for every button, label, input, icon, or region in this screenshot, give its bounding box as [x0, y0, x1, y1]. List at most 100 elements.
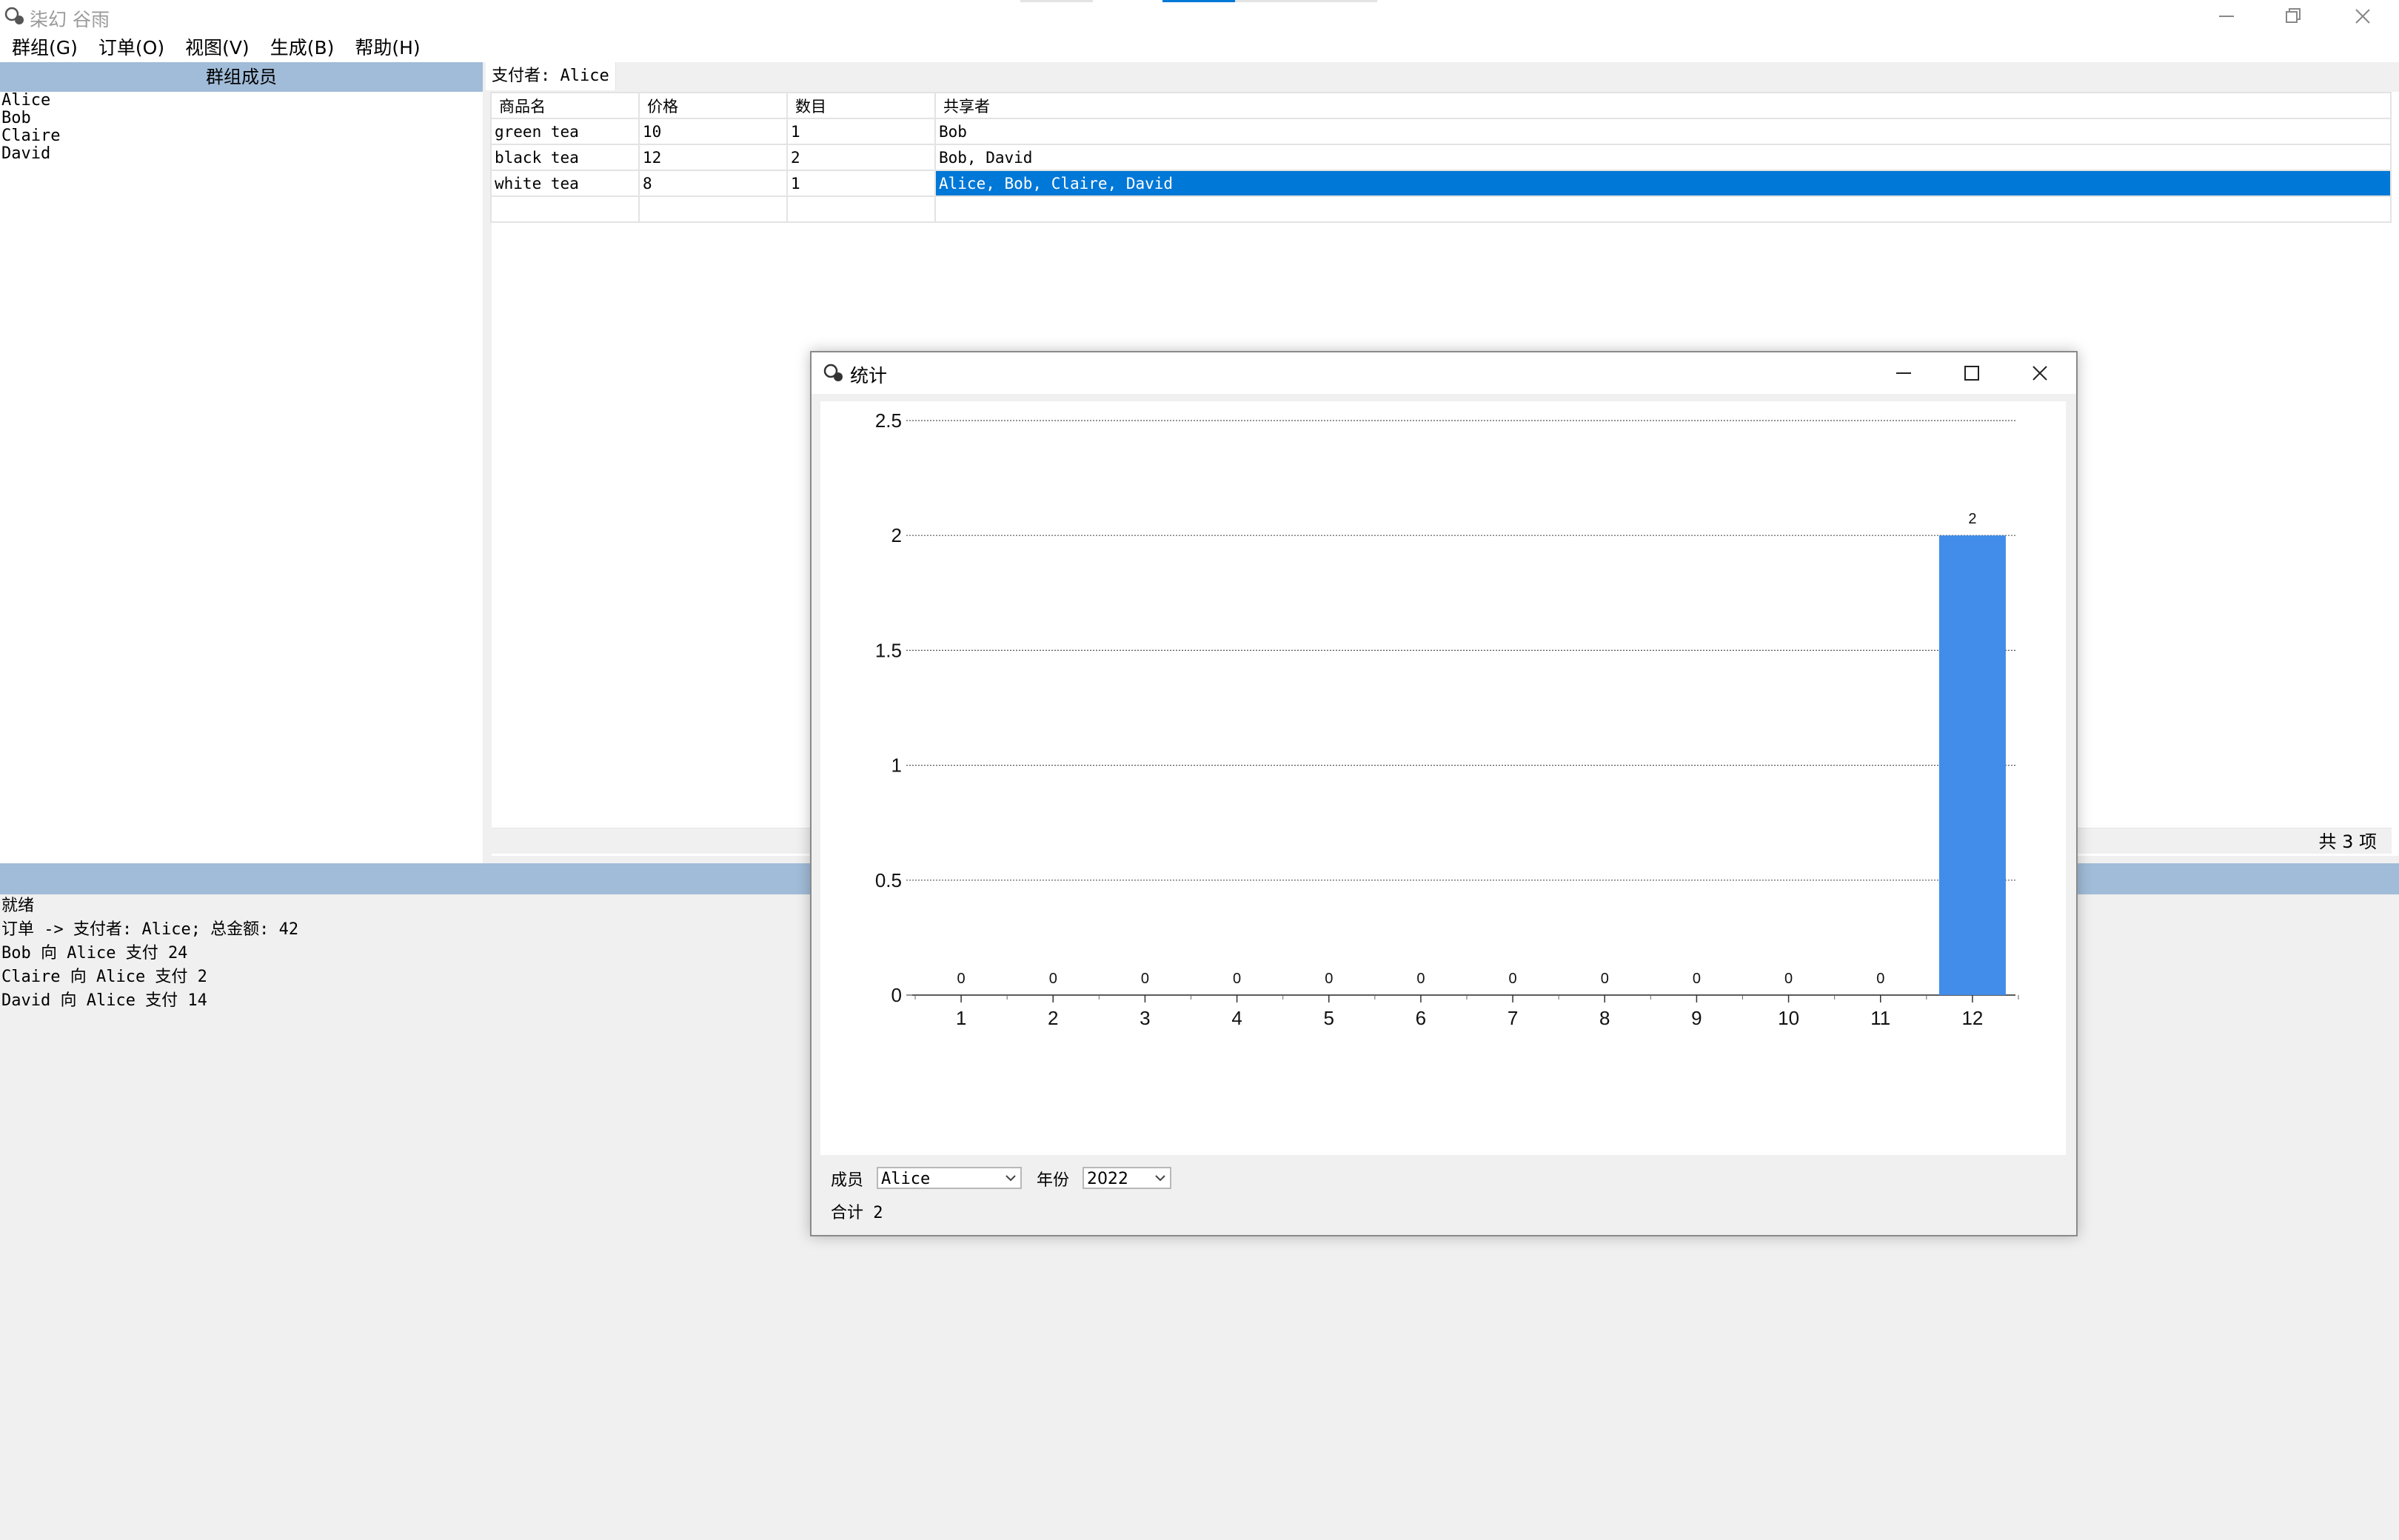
title-bar: 柒幻 谷雨: [0, 0, 2399, 33]
cell-price[interactable]: 8: [638, 170, 788, 197]
cell-name[interactable]: black tea: [490, 144, 640, 171]
app-icon: [823, 364, 843, 381]
cell-count[interactable]: 1: [786, 170, 936, 197]
x-tick-label: 11: [1870, 1007, 1890, 1029]
app-icon: [4, 7, 24, 24]
cell-empty[interactable]: [786, 195, 936, 223]
menu-view[interactable]: 视图(V): [176, 33, 258, 62]
members-list: Alice Bob Claire David: [0, 92, 483, 163]
stats-total: 合计 2: [831, 1204, 883, 1222]
data-label: 0: [957, 971, 966, 987]
members-header: 群组成员: [0, 62, 483, 92]
x-tick-label: 9: [1691, 1007, 1702, 1029]
year-label: 年份: [1037, 1171, 1070, 1190]
x-tick-label: 10: [1778, 1007, 1799, 1029]
title-accent-right: [1235, 0, 1377, 2]
minimize-button[interactable]: [2193, 0, 2260, 33]
cell-sharers[interactable]: Bob: [934, 118, 2392, 145]
log-line: 订单 -> 支付者: Alice; 总金额: 42: [1, 920, 299, 939]
column-header-count[interactable]: 数目: [786, 92, 936, 119]
data-label: 0: [1876, 971, 1884, 987]
chevron-down-icon: [1155, 1175, 1165, 1182]
menu-group[interactable]: 群组(G): [3, 33, 87, 62]
cell-name[interactable]: green tea: [490, 118, 640, 145]
close-icon: [2355, 9, 2370, 24]
cell-sharers[interactable]: Bob, David: [934, 144, 2392, 171]
x-tick-label: 5: [1324, 1007, 1334, 1029]
member-item[interactable]: Bob: [1, 110, 483, 127]
title-accent-active: [1162, 0, 1235, 2]
member-item[interactable]: David: [1, 145, 483, 163]
minimize-icon: [2219, 16, 2234, 17]
data-label: 0: [1233, 971, 1241, 987]
menu-bar: 群组(G) 订单(O) 视图(V) 生成(B) 帮助(H): [0, 33, 2399, 62]
year-select[interactable]: 2022: [1083, 1167, 1171, 1189]
log-line: 就绪: [1, 897, 35, 915]
column-header-sharers[interactable]: 共享者: [934, 92, 2392, 119]
y-tick-label: 1: [891, 754, 902, 777]
data-label: 0: [1509, 971, 1517, 987]
member-item[interactable]: Claire: [1, 127, 483, 145]
chevron-down-icon: [1006, 1175, 1016, 1182]
table-row-new[interactable]: [490, 195, 2392, 223]
close-button[interactable]: [2329, 0, 2396, 33]
y-tick-label: 2.5: [875, 409, 902, 432]
dialog-close-button[interactable]: [2007, 352, 2073, 394]
dialog-minimize-button[interactable]: [1870, 352, 1937, 394]
payer-tab[interactable]: 支付者: Alice: [486, 62, 616, 90]
log-line: Claire 向 Alice 支付 2: [1, 968, 207, 986]
x-tick-label: 3: [1140, 1007, 1150, 1029]
member-label: 成员: [831, 1171, 864, 1190]
data-label: 0: [1784, 971, 1793, 987]
y-tick-label: 1.5: [875, 639, 902, 661]
restore-button[interactable]: [2260, 0, 2326, 33]
y-tick-label: 0.5: [875, 869, 902, 891]
table-row-selected[interactable]: white tea 8 1 Alice, Bob, Claire, David: [490, 170, 2392, 197]
x-tick-label: 8: [1599, 1007, 1610, 1029]
cell-sharers[interactable]: Alice, Bob, Claire, David: [934, 170, 2392, 197]
cell-empty[interactable]: [638, 195, 788, 223]
cell-count[interactable]: 2: [786, 144, 936, 171]
cell-name[interactable]: white tea: [490, 170, 640, 197]
table-row[interactable]: green tea 10 1 Bob: [490, 118, 2392, 145]
member-select-value: Alice: [881, 1170, 931, 1188]
table-header-row: 商品名 价格 数目 共享者: [490, 92, 2392, 119]
order-table: 商品名 价格 数目 共享者 green tea 10 1 Bob black t…: [490, 92, 2392, 223]
minimize-icon: [1896, 372, 1911, 374]
column-header-price[interactable]: 价格: [638, 92, 788, 119]
x-tick-label: 4: [1231, 1007, 1242, 1029]
x-tick-label: 2: [1048, 1007, 1058, 1029]
dialog-maximize-button[interactable]: [1938, 352, 2005, 394]
x-tick-label: 12: [1961, 1007, 1983, 1029]
data-label: 0: [1693, 971, 1701, 987]
cell-count[interactable]: 1: [786, 118, 936, 145]
cell-empty[interactable]: [490, 195, 640, 223]
chart-area: 0 0.5 1 1.5 2 2.5 1 0 2 0 3 0 4 0 5 0 6 0 7 0 8 0 9 0 10 0 11 0 12 2: [820, 401, 2066, 1155]
members-panel: 群组成员 Alice Bob Claire David: [0, 62, 483, 863]
menu-order[interactable]: 订单(O): [90, 33, 173, 62]
title-accent-left: [1020, 0, 1093, 2]
bar-chart: 00.511.522.5102030405060708090100110122: [875, 409, 2019, 1029]
year-select-value: 2022: [1087, 1170, 1128, 1188]
stats-controls: 成员 Alice 年份 2022 合计 2: [812, 1156, 2076, 1231]
close-icon: [2032, 366, 2047, 381]
column-header-name[interactable]: 商品名: [490, 92, 640, 119]
data-label: 0: [1601, 971, 1609, 987]
log-output: 就绪 订单 -> 支付者: Alice; 总金额: 42 Bob 向 Alice…: [0, 894, 807, 1013]
dialog-title: 统计: [850, 365, 888, 386]
log-line: David 向 Alice 支付 14: [1, 991, 207, 1010]
table-row[interactable]: black tea 12 2 Bob, David: [490, 144, 2392, 171]
y-tick-label: 2: [891, 524, 902, 546]
member-item[interactable]: Alice: [1, 92, 483, 110]
menu-build[interactable]: 生成(B): [261, 33, 344, 62]
cell-empty[interactable]: [934, 195, 2392, 223]
window-title: 柒幻 谷雨: [30, 9, 110, 30]
cell-price[interactable]: 12: [638, 144, 788, 171]
data-label: 0: [1141, 971, 1149, 987]
member-select[interactable]: Alice: [877, 1167, 1022, 1189]
stats-dialog: 统计 0 0.5 1 1.5 2 2.5 1 0 2 0 3 0 4 0 5 0 6 0 7 0 8 0 9 0 10 0 11 0 1…: [810, 351, 2078, 1236]
total-items-count: 共 3 项: [2318, 831, 2377, 852]
cell-price[interactable]: 10: [638, 118, 788, 145]
menu-help[interactable]: 帮助(H): [346, 33, 429, 62]
bar: [1938, 535, 2006, 995]
